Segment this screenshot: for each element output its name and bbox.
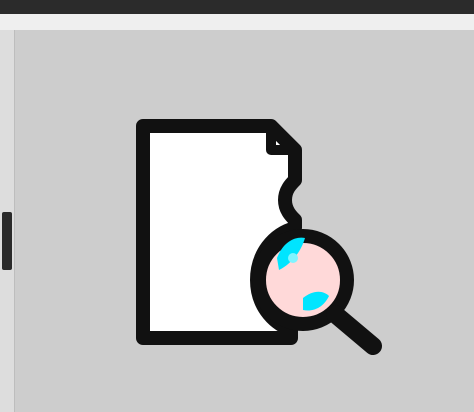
toolbar-gap <box>0 14 474 30</box>
left-separator-handle <box>2 212 12 270</box>
adjacent-toolbar-edge <box>0 30 14 412</box>
document-preview-icon <box>125 108 395 358</box>
top-separator <box>0 0 474 14</box>
toolbar-panel <box>0 0 474 412</box>
print-preview-button[interactable] <box>14 30 474 412</box>
